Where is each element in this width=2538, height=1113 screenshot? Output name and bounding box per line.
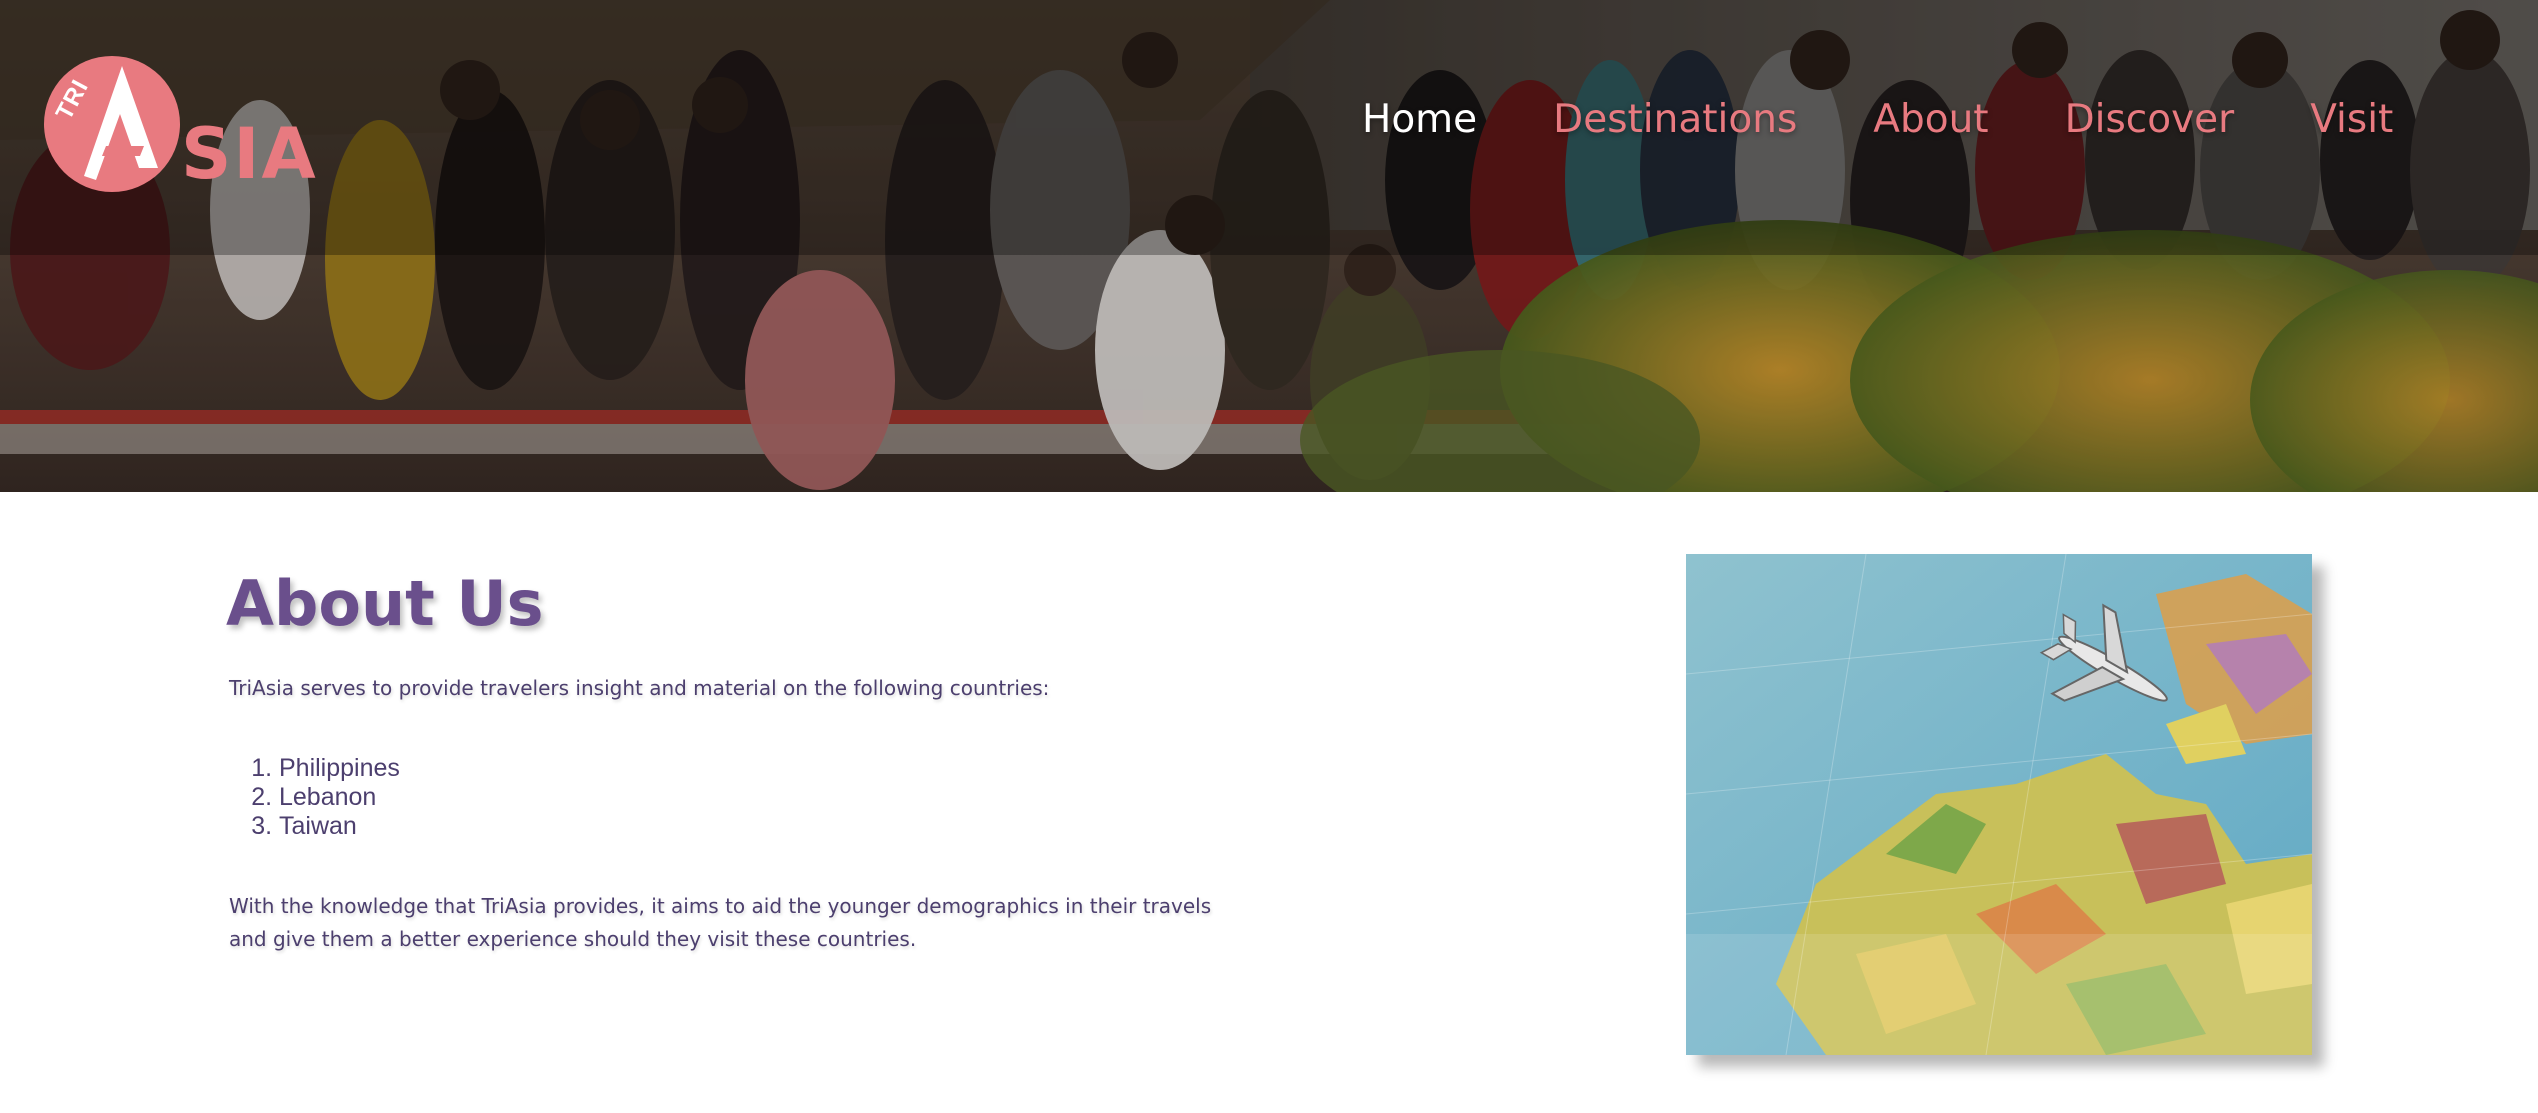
about-closing: With the knowledge that TriAsia provides… [229,894,1212,951]
triasia-logo[interactable]: TRI SIA [44,56,334,200]
main-nav: Home Destinations About Discover Visit [1362,92,2393,148]
nav-about-link[interactable]: About [1873,92,1988,148]
country-item-lebanon: Lebanon [279,783,400,812]
logo-sia-text: SIA [181,113,318,195]
about-title: About Us [226,567,544,640]
map-airplane-photo [1686,554,2312,1055]
country-item-taiwan: Taiwan [279,812,400,841]
nav-home-link[interactable]: Home [1362,92,1477,148]
hero-banner: TRI SIA Home Destinations About Discover… [0,0,2538,492]
nav-discover-link[interactable]: Discover [2065,92,2235,148]
logo-circle [44,56,180,192]
country-list: Philippines Lebanon Taiwan [229,754,400,841]
world-map-image [1686,554,2312,1055]
about-intro: TriAsia serves to provide travelers insi… [229,676,1050,700]
nav-destinations-link[interactable]: Destinations [1553,92,1797,148]
nav-visit-link[interactable]: Visit [2310,92,2393,148]
country-item-philippines: Philippines [279,754,400,783]
logo-a-triangle-icon [84,66,158,180]
